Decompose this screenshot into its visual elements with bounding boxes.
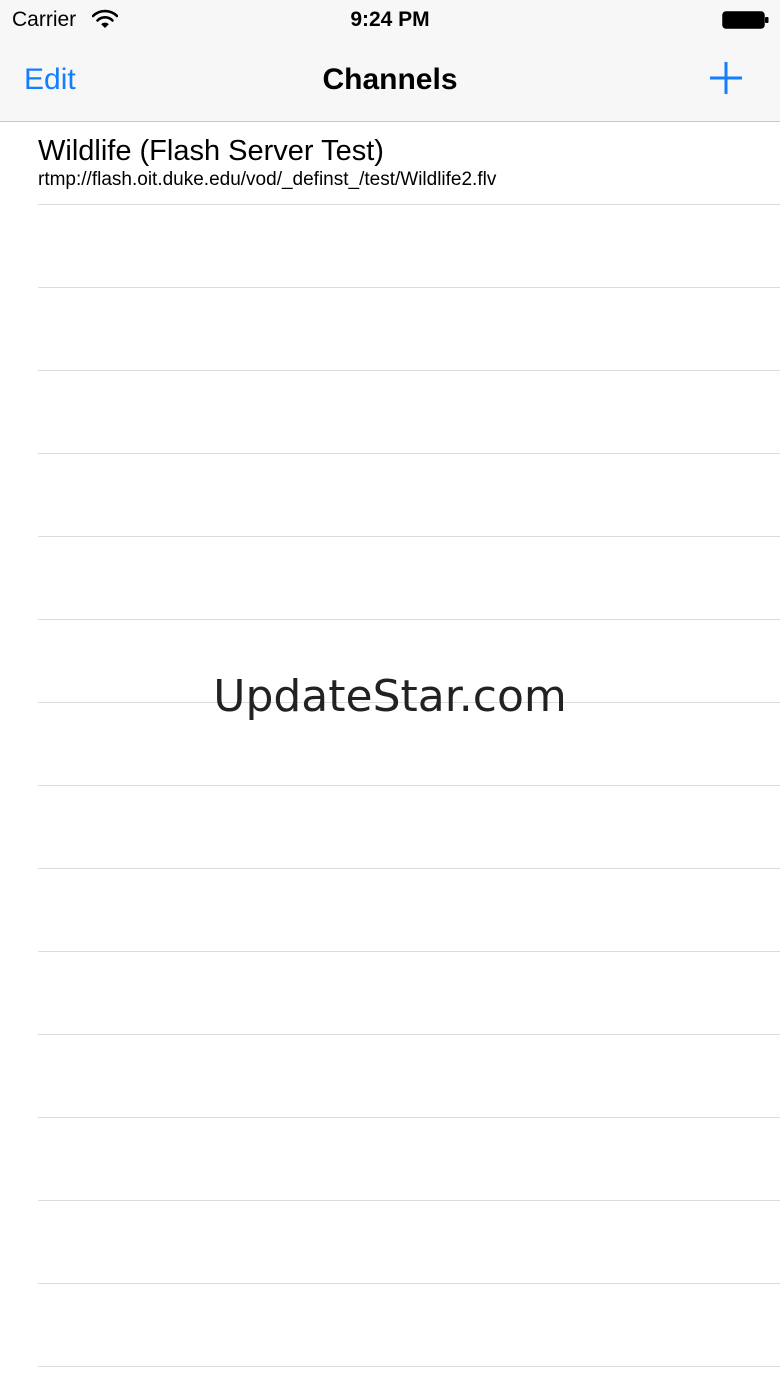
empty-row bbox=[0, 952, 780, 1035]
page-title: Channels bbox=[322, 63, 458, 96]
channel-row[interactable]: Wildlife (Flash Server Test) rtmp://flas… bbox=[0, 122, 780, 205]
add-button[interactable] bbox=[708, 60, 744, 96]
empty-row bbox=[0, 537, 780, 620]
empty-row bbox=[0, 703, 780, 786]
channel-title: Wildlife (Flash Server Test) bbox=[38, 135, 384, 167]
empty-row bbox=[0, 786, 780, 869]
row-separator bbox=[38, 1366, 780, 1367]
channels-table: Wildlife (Flash Server Test) rtmp://flas… bbox=[0, 122, 780, 1387]
battery-icon bbox=[722, 11, 769, 29]
empty-row bbox=[0, 1201, 780, 1284]
clock: 9:24 PM bbox=[350, 8, 430, 31]
screen: Carrier 9:24 PM Edit Channels Wildlife (… bbox=[0, 0, 780, 1387]
empty-row bbox=[0, 869, 780, 952]
empty-row bbox=[0, 454, 780, 537]
empty-row bbox=[0, 1035, 780, 1118]
empty-row bbox=[0, 205, 780, 288]
channel-url: rtmp://flash.oit.duke.edu/vod/_definst_/… bbox=[38, 169, 497, 190]
plus-icon bbox=[710, 62, 742, 94]
status-bar: Carrier 9:24 PM bbox=[0, 0, 780, 40]
empty-row bbox=[0, 620, 780, 703]
empty-row bbox=[0, 1118, 780, 1201]
navigation-bar: Edit Channels bbox=[0, 40, 780, 122]
empty-row bbox=[0, 1284, 780, 1367]
empty-row bbox=[0, 288, 780, 371]
empty-row bbox=[0, 371, 780, 454]
